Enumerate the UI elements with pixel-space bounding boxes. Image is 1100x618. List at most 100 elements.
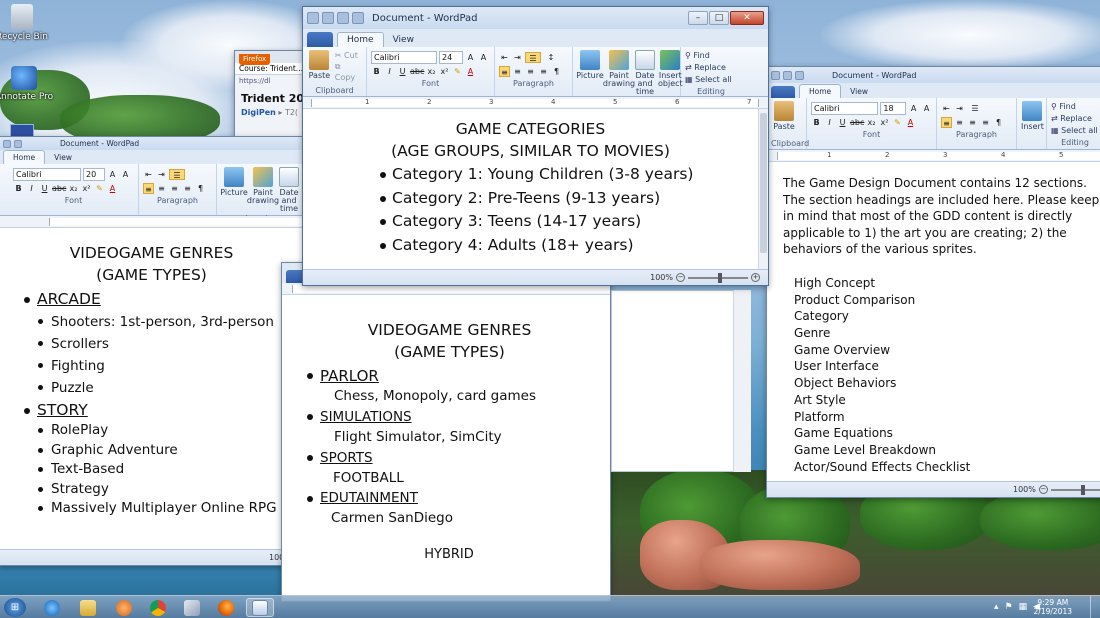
- annotate-pro-icon[interactable]: Annotate Pro: [0, 66, 54, 102]
- redo-icon[interactable]: [352, 12, 364, 24]
- picture-button[interactable]: Picture: [576, 50, 604, 96]
- paste-button[interactable]: Paste: [307, 50, 332, 85]
- replace-button[interactable]: ⇄ Replace: [685, 62, 737, 74]
- align-center-icon[interactable]: ≡: [156, 183, 167, 194]
- document-area[interactable]: The Game Design Document contains 12 sec…: [767, 164, 1100, 482]
- document-area[interactable]: GAME CATEGORIES (AGE GROUPS, SIMILAR TO …: [303, 109, 758, 269]
- replace-button[interactable]: ⇄ Replace: [1051, 113, 1099, 125]
- strikethrough-button[interactable]: abc: [850, 117, 864, 128]
- shrink-font-icon[interactable]: A: [120, 169, 131, 180]
- cut-button[interactable]: ✂ Cut: [335, 50, 362, 61]
- paint-drawing-button[interactable]: Paint drawing: [247, 167, 279, 213]
- highlight-icon[interactable]: ✎: [452, 66, 463, 77]
- select-all-button[interactable]: ▦ Select all: [1051, 125, 1099, 137]
- zoom-out-icon[interactable]: −: [676, 273, 685, 282]
- font-color-icon[interactable]: A: [905, 117, 916, 128]
- zoom-slider[interactable]: [688, 272, 748, 283]
- maximize-button[interactable]: □: [709, 11, 729, 25]
- bold-button[interactable]: B: [371, 66, 382, 77]
- bullets-icon[interactable]: ☰: [525, 51, 541, 63]
- recycle-bin-icon[interactable]: Recycle Bin: [0, 4, 52, 42]
- underline-button[interactable]: U: [837, 117, 848, 128]
- font-name-dropdown[interactable]: Calibri: [13, 167, 81, 181]
- file-menu-button[interactable]: [307, 32, 333, 47]
- decrease-indent-icon[interactable]: ⇤: [941, 103, 952, 114]
- save-icon[interactable]: [322, 12, 334, 24]
- increase-indent-icon[interactable]: ⇥: [954, 103, 965, 114]
- font-name-dropdown[interactable]: Calibri: [371, 50, 437, 64]
- vertical-scrollbar[interactable]: [758, 109, 768, 269]
- grow-font-icon[interactable]: A: [908, 103, 919, 114]
- taskbar-firefox[interactable]: [212, 598, 240, 617]
- justify-icon[interactable]: ≡: [182, 183, 193, 194]
- font-size-dropdown[interactable]: 18: [880, 101, 907, 115]
- tab-view[interactable]: View: [384, 33, 423, 47]
- font-color-icon[interactable]: A: [465, 66, 476, 77]
- underline-button[interactable]: U: [39, 183, 50, 194]
- breadcrumb-link[interactable]: DigiPen: [241, 108, 276, 117]
- taskbar-app[interactable]: [178, 598, 206, 617]
- strikethrough-button[interactable]: abc: [410, 66, 424, 77]
- highlight-icon[interactable]: ✎: [94, 183, 105, 194]
- taskbar-explorer[interactable]: [74, 598, 102, 617]
- subscript-button[interactable]: x₂: [426, 66, 437, 77]
- taskbar-media-player[interactable]: [110, 598, 138, 617]
- clock[interactable]: 9:29 AM 2/19/2013: [1034, 598, 1072, 616]
- tab-home[interactable]: Home: [337, 32, 384, 47]
- grow-font-icon[interactable]: A: [107, 169, 118, 180]
- underline-button[interactable]: U: [397, 66, 408, 77]
- italic-button[interactable]: I: [26, 183, 37, 194]
- align-left-icon[interactable]: ≡: [499, 65, 510, 77]
- grow-font-icon[interactable]: A: [465, 52, 476, 63]
- superscript-button[interactable]: x²: [81, 183, 92, 194]
- wordpad-window-right[interactable]: Document - WordPad Home View Paste Clipb…: [766, 66, 1100, 498]
- align-right-icon[interactable]: ≡: [525, 66, 536, 77]
- undo-icon[interactable]: [337, 12, 349, 24]
- font-color-icon[interactable]: A: [107, 183, 118, 194]
- bullets-icon[interactable]: ☰: [967, 103, 983, 114]
- strikethrough-button[interactable]: abc: [52, 183, 66, 194]
- zoom-slider[interactable]: [1050, 484, 1100, 495]
- align-right-icon[interactable]: ≡: [169, 183, 180, 194]
- bullets-icon[interactable]: ☰: [169, 168, 185, 180]
- paste-button[interactable]: Paste: [771, 101, 797, 138]
- paragraph-dialog-icon[interactable]: ¶: [195, 183, 206, 194]
- paragraph-dialog-icon[interactable]: ¶: [993, 117, 1004, 128]
- align-right-icon[interactable]: ≡: [967, 117, 978, 128]
- justify-icon[interactable]: ≡: [538, 66, 549, 77]
- taskbar-wordpad[interactable]: [246, 598, 274, 617]
- wordpad-window-left[interactable]: Document - WordPad Home View Calibri 20 …: [0, 136, 303, 566]
- bold-button[interactable]: B: [811, 117, 822, 128]
- tab-view[interactable]: View: [45, 151, 81, 164]
- app-menu-icon[interactable]: [307, 12, 319, 24]
- superscript-button[interactable]: x²: [879, 117, 890, 128]
- find-button[interactable]: ⚲ Find: [685, 50, 737, 62]
- wordpad-window-main[interactable]: Document - WordPad – □ ✕ Home View Paste…: [302, 6, 769, 286]
- taskbar-chrome[interactable]: [144, 598, 172, 617]
- highlight-icon[interactable]: ✎: [892, 117, 903, 128]
- increase-indent-icon[interactable]: ⇥: [512, 52, 523, 63]
- taskbar-ie[interactable]: [38, 598, 66, 617]
- file-menu-button[interactable]: [771, 86, 795, 98]
- italic-button[interactable]: I: [824, 117, 835, 128]
- shrink-font-icon[interactable]: A: [921, 103, 932, 114]
- increase-indent-icon[interactable]: ⇥: [156, 169, 167, 180]
- align-left-icon[interactable]: ≡: [941, 116, 952, 128]
- line-spacing-icon[interactable]: ↕: [543, 52, 559, 63]
- font-name-dropdown[interactable]: Calibri: [811, 101, 879, 115]
- wordpad-window-middle[interactable]: VIDEOGAME GENRES (GAME TYPES) PARLOR Che…: [281, 262, 611, 602]
- paint-drawing-button[interactable]: Paint drawing: [603, 50, 635, 96]
- network-icon[interactable]: ▦: [1019, 602, 1028, 612]
- insert-object-button[interactable]: Insert object: [658, 50, 683, 96]
- zoom-in-icon[interactable]: +: [751, 273, 760, 282]
- justify-icon[interactable]: ≡: [980, 117, 991, 128]
- show-desktop-button[interactable]: [1090, 596, 1100, 618]
- flag-icon[interactable]: ⚑: [1005, 602, 1013, 612]
- shrink-font-icon[interactable]: A: [478, 52, 489, 63]
- copy-button[interactable]: ⧉ Copy: [335, 61, 362, 83]
- tab-home[interactable]: Home: [799, 84, 842, 98]
- tab-home[interactable]: Home: [3, 150, 46, 164]
- select-all-button[interactable]: ▦ Select all: [685, 74, 737, 86]
- zoom-out-icon[interactable]: −: [1038, 485, 1048, 494]
- document-area[interactable]: VIDEOGAME GENRES (GAME TYPES) PARLOR Che…: [282, 295, 610, 601]
